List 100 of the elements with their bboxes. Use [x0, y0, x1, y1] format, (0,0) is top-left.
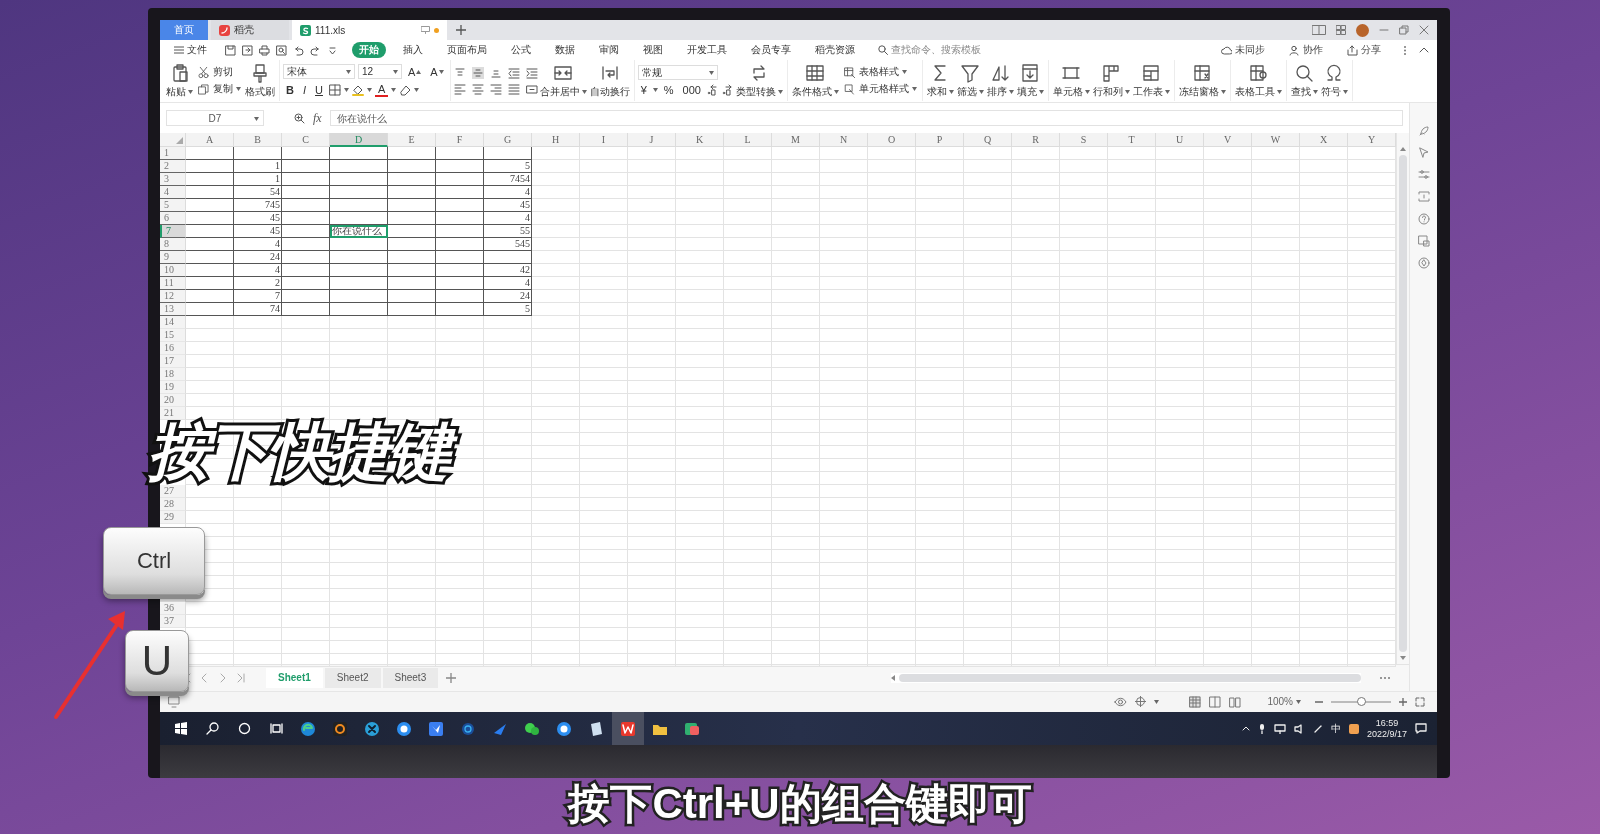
column-header[interactable]: U	[1156, 133, 1204, 147]
row-header[interactable]: 15	[160, 329, 186, 342]
percent-button[interactable]: %	[660, 84, 677, 96]
notification-icon[interactable]	[1415, 723, 1427, 734]
currency-button[interactable]: ¥	[637, 84, 650, 96]
table-style-button[interactable]: 表格样式	[840, 65, 919, 79]
add-tab-icon[interactable]	[456, 25, 466, 35]
more-caret-icon[interactable]	[327, 44, 338, 56]
row-header[interactable]: 37	[160, 615, 186, 628]
table-cell[interactable]: 1	[234, 173, 282, 186]
row-header[interactable]: 9	[160, 251, 186, 264]
thousands-button[interactable]: 000	[679, 84, 704, 96]
table-cell[interactable]: 5	[484, 303, 532, 316]
help-icon[interactable]	[1417, 213, 1430, 225]
circle-icon[interactable]	[237, 722, 251, 735]
table-cell[interactable]: 4	[234, 238, 282, 251]
row-header[interactable]: 3	[160, 173, 186, 186]
tools-button[interactable]: 表格工具	[1233, 61, 1283, 100]
sort-button[interactable]: 排序	[985, 61, 1015, 100]
formula-field[interactable]: 你在说什么	[329, 110, 1403, 126]
task-view-icon[interactable]	[269, 722, 283, 735]
justify-icon[interactable]	[507, 82, 520, 95]
undo-icon[interactable]	[293, 44, 304, 56]
app-icon[interactable]	[396, 720, 412, 737]
align-middle-icon[interactable]	[471, 66, 484, 79]
app-icon[interactable]	[428, 720, 444, 737]
column-header[interactable]: N	[820, 133, 868, 147]
table-cell[interactable]: 42	[484, 264, 532, 277]
column-header[interactable]: F	[436, 133, 484, 147]
row-header[interactable]: 28	[160, 498, 186, 511]
column-header[interactable]: Y	[1348, 133, 1396, 147]
grow-font-button[interactable]: A	[405, 65, 425, 78]
input-method-indicator[interactable]: 中	[1330, 721, 1341, 736]
print-icon[interactable]	[259, 44, 270, 56]
zoom-level-button[interactable]: 100%	[1261, 695, 1307, 708]
column-header[interactable]: E	[388, 133, 436, 147]
paste-button[interactable]: 粘贴	[165, 61, 194, 100]
cell-style-button[interactable]: 单元格样式	[840, 82, 919, 96]
bold-button[interactable]: B	[283, 84, 297, 96]
save-icon[interactable]	[225, 44, 236, 56]
fx-label[interactable]: fx	[313, 110, 322, 126]
column-header[interactable]: O	[868, 133, 916, 147]
row-header[interactable]: 13	[160, 303, 186, 316]
column-header[interactable]: Q	[964, 133, 1012, 147]
row-header[interactable]: 21	[160, 407, 186, 420]
notebook-icon[interactable]	[588, 720, 604, 737]
compass-icon[interactable]	[1417, 257, 1430, 269]
row-header[interactable]: 12	[160, 290, 186, 303]
column-header[interactable]: X	[1300, 133, 1348, 147]
find-button[interactable]: 查找	[1289, 61, 1319, 100]
row-header[interactable]: 4	[160, 186, 186, 199]
pointer-icon[interactable]	[1417, 147, 1430, 159]
column-header[interactable]: I	[580, 133, 628, 147]
chat-icon[interactable]	[524, 720, 540, 737]
fill-button[interactable]: 填充	[1015, 61, 1045, 100]
eye-icon[interactable]	[1114, 696, 1128, 707]
symbol-button[interactable]: 符号	[1319, 61, 1349, 100]
column-header[interactable]: J	[628, 133, 676, 147]
column-header[interactable]: M	[772, 133, 820, 147]
row-header[interactable]: 29	[160, 511, 186, 524]
table-cell[interactable]: 2	[234, 277, 282, 290]
fullscreen-icon[interactable]	[1415, 696, 1425, 707]
conditional-button[interactable]: 条件格式	[790, 61, 840, 100]
restore-icon[interactable]	[1399, 25, 1409, 35]
outdent-icon[interactable]	[507, 66, 520, 79]
font-field[interactable]: 宋体	[283, 64, 355, 79]
row-header[interactable]: 36	[160, 602, 186, 615]
row-header[interactable]: 20	[160, 394, 186, 407]
sliders-icon[interactable]	[1417, 169, 1430, 181]
column-header[interactable]: W	[1252, 133, 1300, 147]
windows-icon[interactable]	[173, 722, 187, 735]
browser-icon[interactable]	[300, 720, 316, 737]
app-icon[interactable]	[460, 720, 476, 737]
column-header[interactable]: K	[676, 133, 724, 147]
sum-button[interactable]: 求和	[925, 61, 955, 100]
align-center-icon[interactable]	[471, 82, 484, 95]
menu-tab[interactable]: 视图	[636, 42, 670, 58]
column-header[interactable]: L	[724, 133, 772, 147]
wps-icon[interactable]	[620, 720, 636, 737]
more-icon[interactable]	[1403, 44, 1407, 56]
sheet-tab[interactable]: Sheet2	[324, 667, 381, 688]
table-cell[interactable]: 24	[484, 290, 532, 303]
table-cell[interactable]: 4	[484, 277, 532, 290]
more-icon[interactable]	[1379, 675, 1391, 680]
row-header[interactable]: 6	[160, 212, 186, 225]
column-header[interactable]: H	[532, 133, 580, 147]
table-cell[interactable]: 74	[234, 303, 282, 316]
row-header[interactable]: 5	[160, 199, 186, 212]
horizontal-scrollbar[interactable]	[891, 672, 1361, 683]
column-header[interactable]: R	[1012, 133, 1060, 147]
book-view-icon[interactable]	[1229, 695, 1242, 708]
preview-icon[interactable]	[276, 44, 287, 56]
row-header[interactable]: 1	[160, 147, 186, 160]
collapse-icon[interactable]	[1419, 47, 1429, 53]
row-header[interactable]: 10	[160, 264, 186, 277]
increase-decimal-icon[interactable]	[706, 84, 719, 96]
align-right-icon[interactable]	[489, 82, 502, 95]
convert-button[interactable]: 类型转换	[734, 61, 784, 100]
table-cell[interactable]: 1	[234, 160, 282, 173]
column-header[interactable]: V	[1204, 133, 1252, 147]
